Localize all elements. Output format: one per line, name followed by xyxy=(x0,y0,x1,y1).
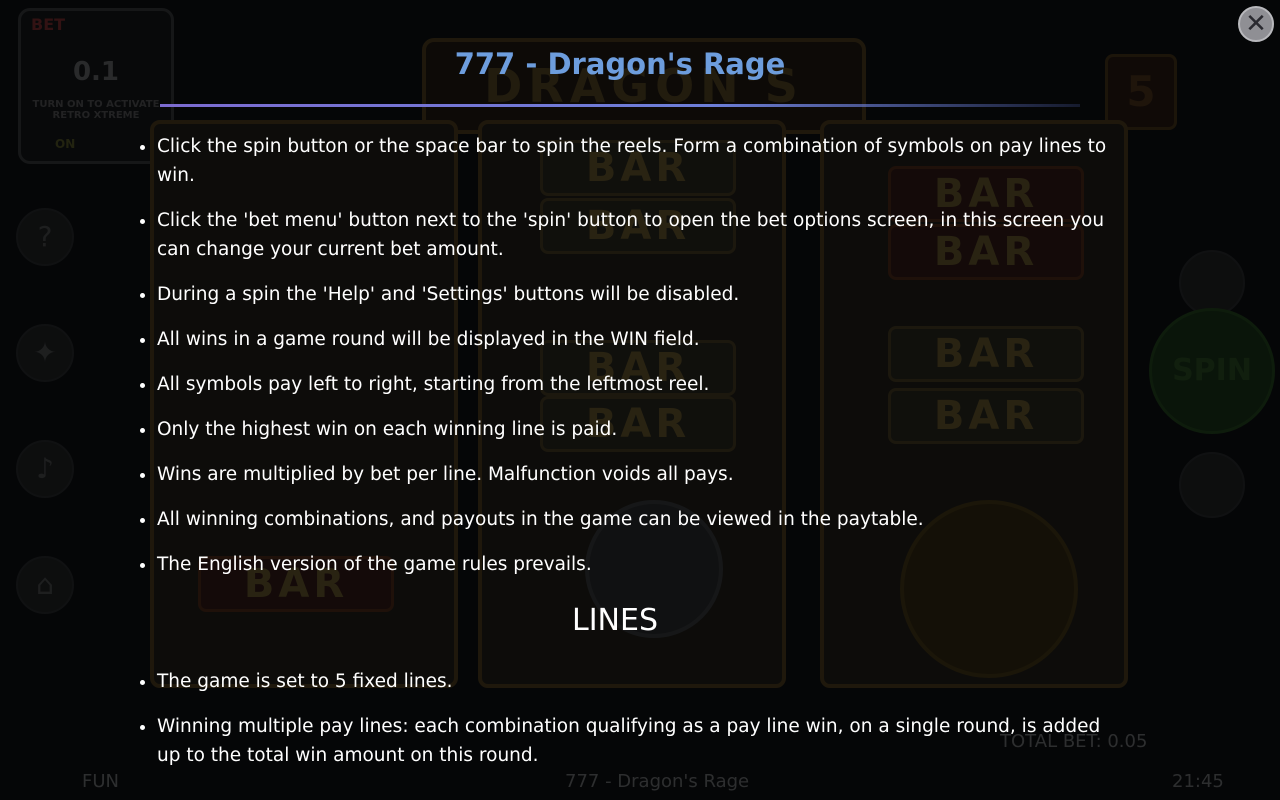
settings-icon: ✦ xyxy=(16,324,74,382)
rules-list: Click the spin button or the space bar t… xyxy=(138,132,1127,595)
rule-item: During a spin the 'Help' and 'Settings' … xyxy=(157,280,1127,309)
rule-item: All symbols pay left to right, starting … xyxy=(157,370,1127,399)
clock: 21:45 xyxy=(1172,771,1224,792)
title-divider xyxy=(160,104,1080,107)
rule-item: All wins in a game round will be display… xyxy=(157,325,1127,354)
rule-item: Click the 'bet menu' button next to the … xyxy=(157,206,1127,264)
lines-rule-item: The game is set to 5 fixed lines. xyxy=(157,667,1127,696)
lines-rule-item: Winning multiple pay lines: each combina… xyxy=(157,712,1127,770)
autoplay-icon xyxy=(1179,250,1245,316)
retro-note: TURN ON TO ACTIVATE RETRO XTREME xyxy=(32,99,160,121)
rule-item: Wins are multiplied by bet per line. Mal… xyxy=(157,460,1127,489)
rule-item: The English version of the game rules pr… xyxy=(157,550,1127,579)
bet-label: BET xyxy=(31,15,66,34)
lines-count-display: 5 xyxy=(1105,54,1177,130)
spin-button: SPIN xyxy=(1149,308,1275,434)
sound-icon: ♪ xyxy=(16,440,74,498)
lines-heading: LINES xyxy=(571,603,658,638)
rule-item: Click the spin button or the space bar t… xyxy=(157,132,1127,190)
bet-menu-icon xyxy=(1179,452,1245,518)
help-icon: ? xyxy=(16,208,74,266)
lines-rules-list: The game is set to 5 fixed lines. Winnin… xyxy=(138,667,1127,786)
home-icon: ⌂ xyxy=(16,556,74,614)
rule-item: All winning combinations, and payouts in… xyxy=(157,505,1127,534)
close-icon[interactable]: ✕ xyxy=(1238,6,1274,42)
bet-value: 0.1 xyxy=(72,57,120,87)
rule-item: Only the highest win on each winning lin… xyxy=(157,415,1127,444)
help-title: 777 - Dragon's Rage xyxy=(454,47,786,81)
retro-toggle: ON xyxy=(55,137,76,151)
mode-label: FUN xyxy=(82,771,119,792)
